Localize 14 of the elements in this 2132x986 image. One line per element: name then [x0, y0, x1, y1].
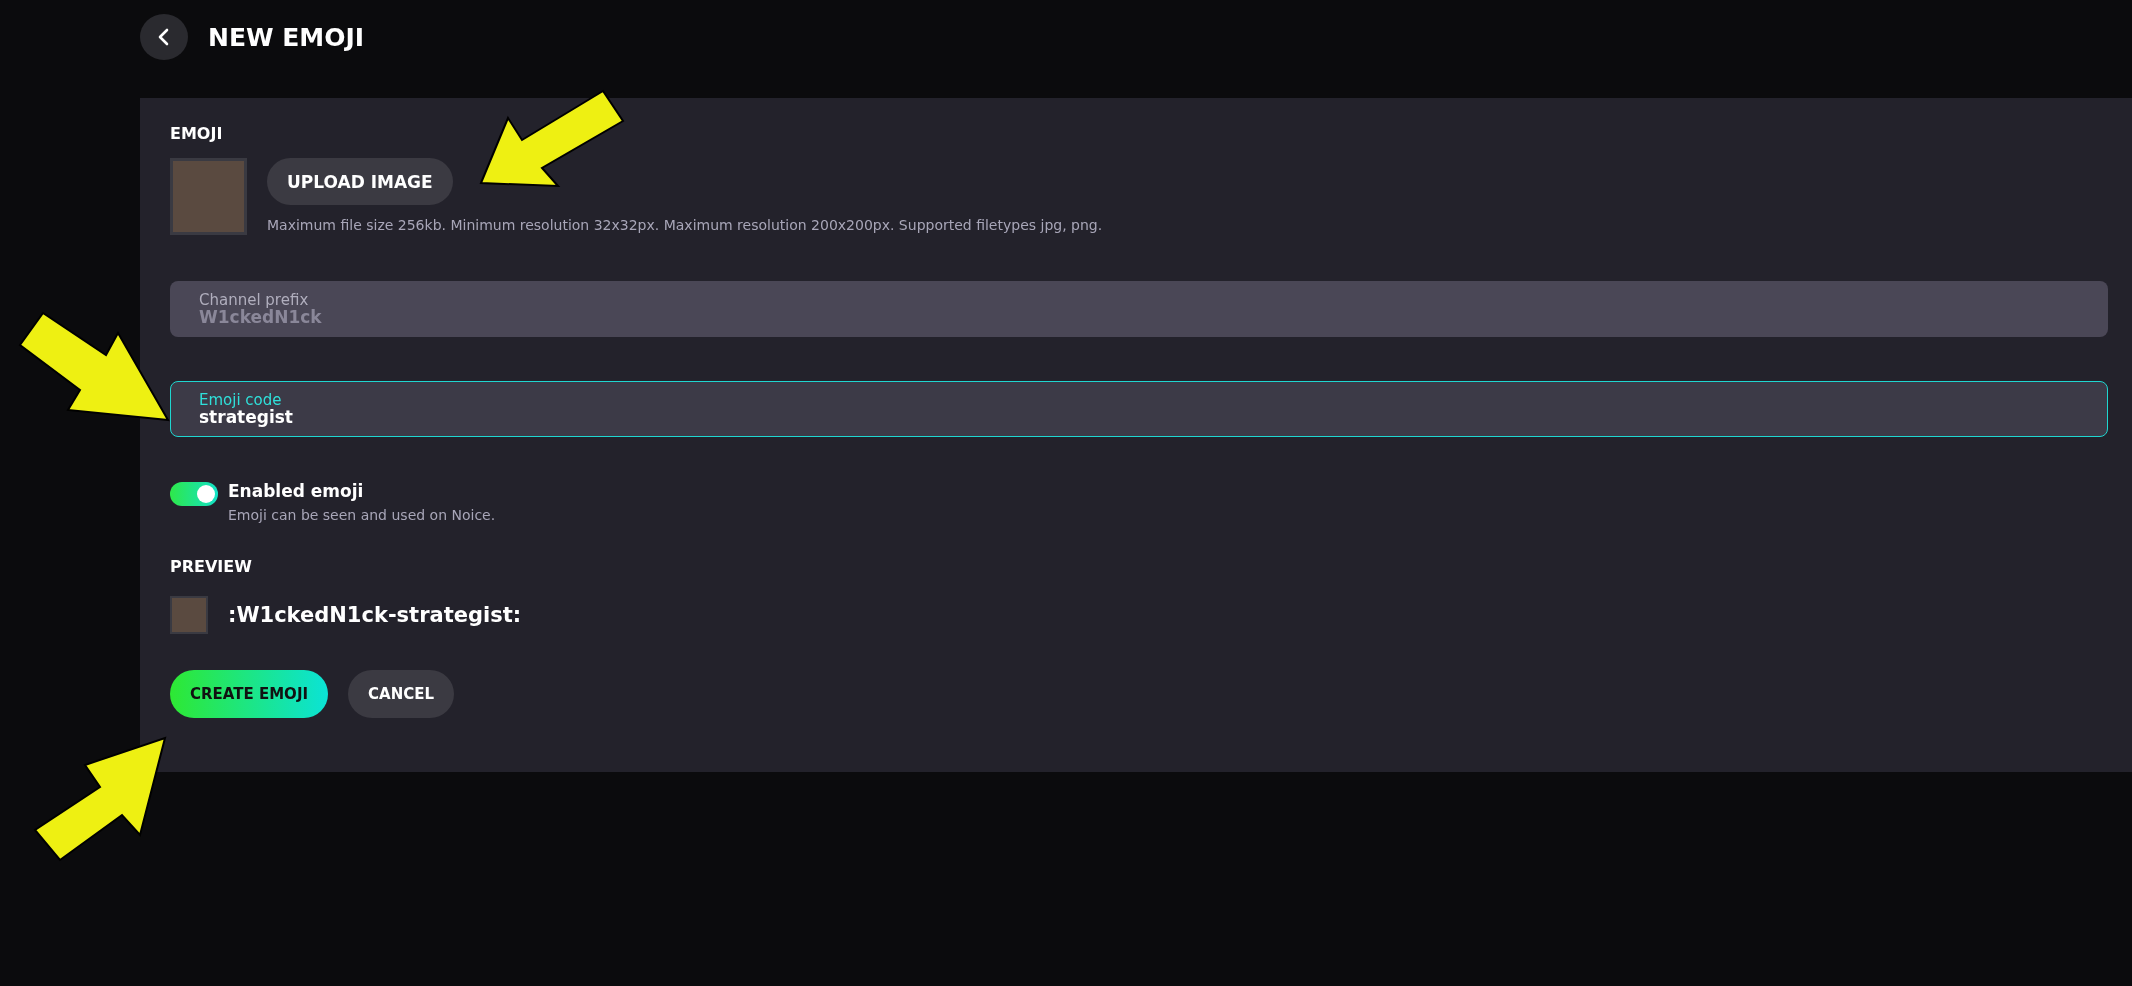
emoji-preview-placeholder [170, 596, 208, 634]
upload-image-button[interactable]: UPLOAD IMAGE [267, 158, 453, 205]
cancel-button[interactable]: CANCEL [348, 670, 455, 718]
toggle-label: Enabled emoji [228, 481, 365, 501]
section-label: EMOJI [170, 124, 224, 143]
create-button[interactable]: CREATE EMOJI [170, 670, 329, 718]
toggle-switch[interactable] [170, 482, 218, 506]
upload-hint: Maximum file size 256kb. Minimum resolution 32x32px. Maximum resolution 200x200px. Supported filetypes jpg, png. [267, 217, 1103, 233]
emoji-code-preview: :W1ckedN1ck-strategist: [228, 603, 522, 627]
section-label: PREVIEW [170, 557, 253, 576]
back-button[interactable] [140, 14, 188, 60]
text-field[interactable]: Emoji code strategist [170, 381, 2108, 437]
page-title: NEW EMOJI [208, 22, 365, 52]
toggle-description: Emoji can be seen and used on Noice. [228, 507, 496, 523]
